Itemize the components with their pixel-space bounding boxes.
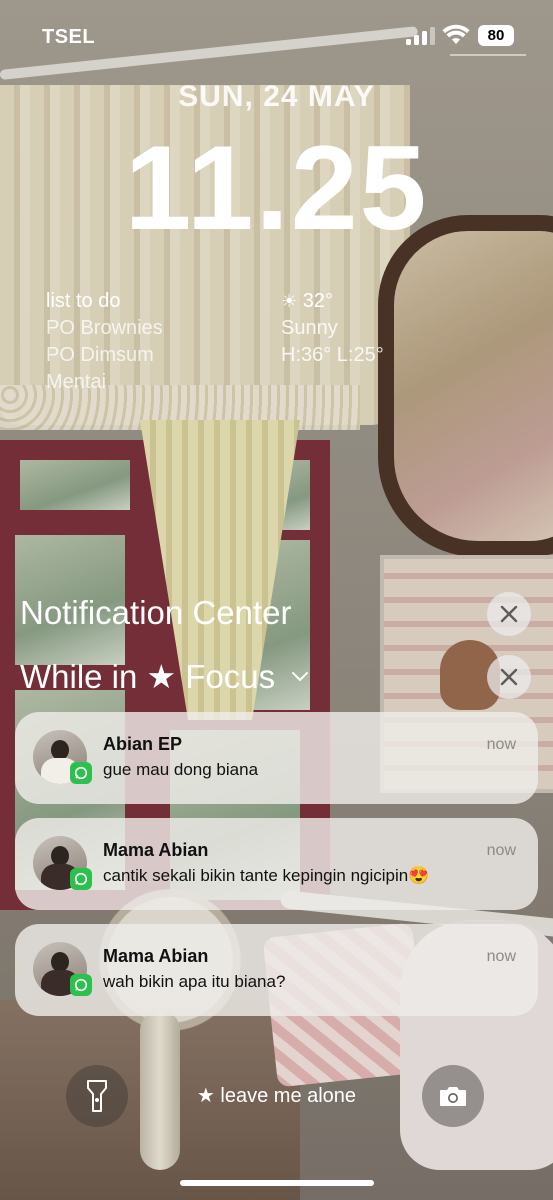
notification-sender: Mama Abian: [103, 840, 209, 860]
notification-message: cantik sekali bikin tante kepingin ngici…: [103, 866, 430, 885]
weather-condition: Sunny: [281, 317, 338, 339]
todo-title: list to do: [46, 290, 121, 312]
notification-time: now: [486, 736, 516, 753]
weather-temperature: 32°: [302, 290, 333, 312]
clear-focus-group-button[interactable]: [487, 655, 531, 699]
todo-widget[interactable]: list to do PO Brownies PO Dimsum Mentai: [46, 288, 163, 396]
wifi-icon: [442, 24, 470, 44]
notification-center-title: Notification Center: [20, 594, 292, 631]
whatsapp-icon: [70, 762, 92, 784]
status-underline: [450, 54, 526, 56]
notification-card[interactable]: Mama Abian cantik sekali bikin tante kep…: [15, 818, 538, 910]
whatsapp-icon: [70, 974, 92, 996]
focus-group-label: While in ★ Focus: [20, 658, 276, 695]
notification-time: now: [486, 842, 516, 859]
camera-icon: [440, 1087, 466, 1106]
notification-time: now: [486, 948, 516, 965]
lock-time[interactable]: 11.25: [0, 128, 553, 248]
clear-notifications-button[interactable]: [487, 592, 531, 636]
close-icon: [500, 605, 518, 623]
lock-date: SUN, 24 MAY: [178, 80, 375, 113]
sun-icon: ☀: [281, 291, 298, 311]
notification-card[interactable]: Mama Abian wah bikin apa itu biana? now: [15, 924, 538, 1016]
status-bar: TSEL 80: [0, 0, 553, 70]
weather-high-low: H:36° L:25°: [281, 344, 384, 366]
weather-widget[interactable]: ☀ 32° Sunny H:36° L:25°: [281, 288, 384, 369]
notification-sender: Mama Abian: [103, 946, 209, 966]
camera-button[interactable]: [422, 1065, 484, 1127]
notification-message: gue mau dong biana: [103, 760, 259, 779]
notification-message: wah bikin apa itu biana?: [103, 972, 286, 991]
whatsapp-icon: [70, 868, 92, 890]
todo-item: PO Brownies: [46, 317, 163, 339]
focus-group-header[interactable]: While in ★ Focus: [20, 657, 309, 696]
carrier-name: TSEL: [42, 26, 96, 48]
home-indicator[interactable]: [180, 1180, 374, 1186]
chevron-down-icon: [292, 671, 309, 681]
battery-icon: 80: [478, 25, 514, 46]
signal-icon: [406, 27, 436, 45]
todo-item: Mentai: [46, 371, 107, 393]
notification-card[interactable]: Abian EP gue mau dong biana now: [15, 712, 538, 804]
notification-sender: Abian EP: [103, 734, 183, 754]
close-icon: [500, 668, 518, 686]
todo-item: PO Dimsum: [46, 344, 154, 366]
